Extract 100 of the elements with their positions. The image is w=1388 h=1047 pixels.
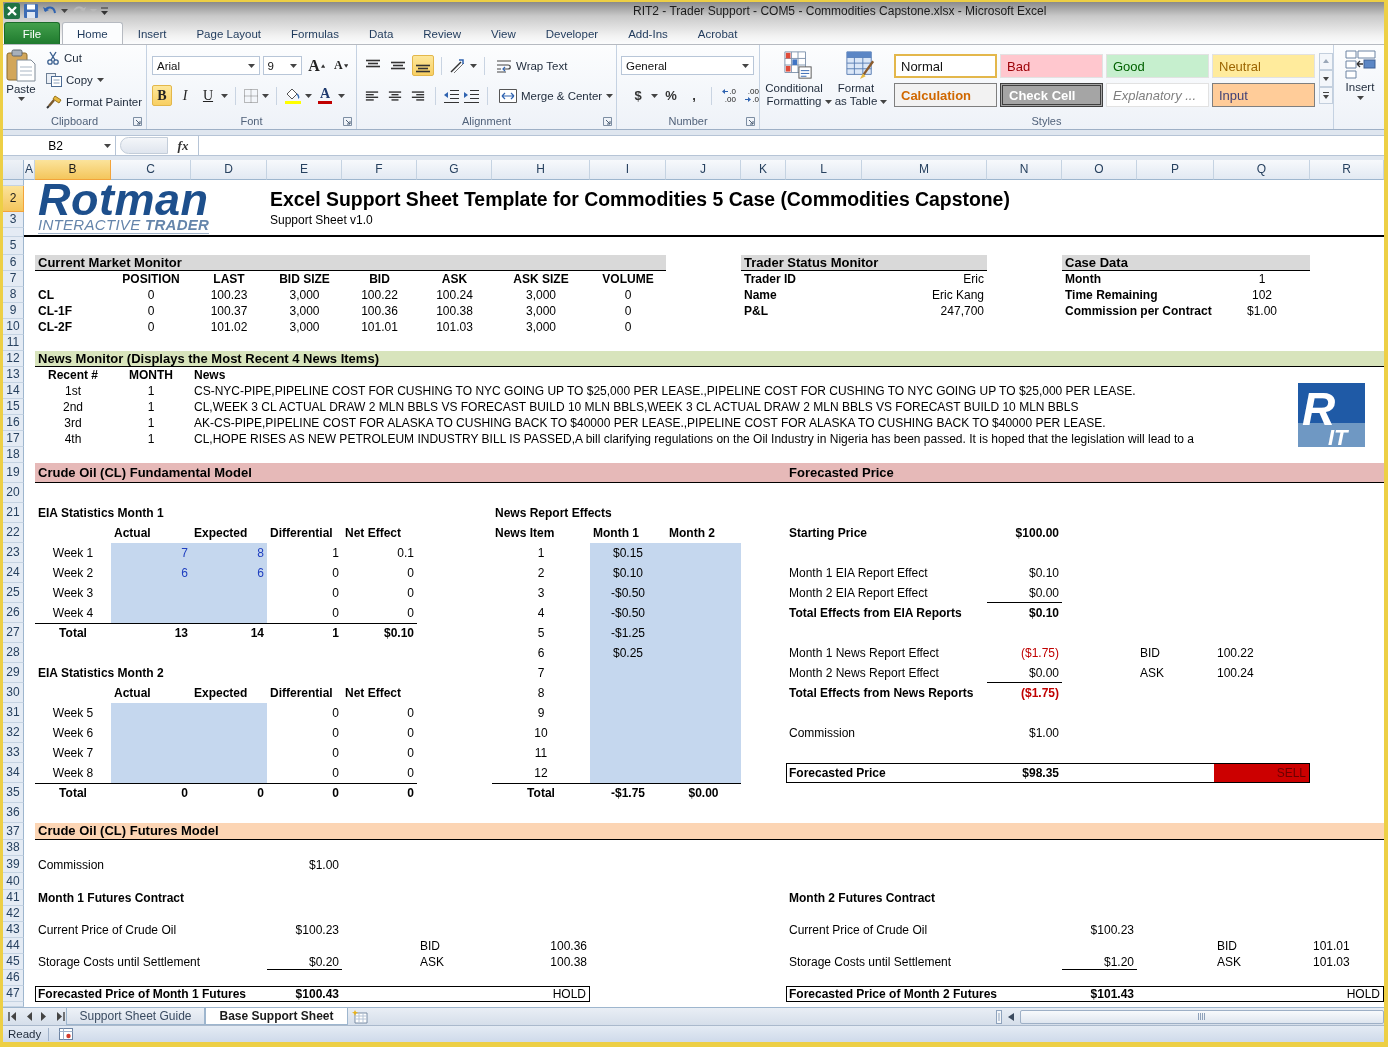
column-header[interactable]: K — [741, 160, 786, 180]
ribbon-tab[interactable]: Page Layout — [181, 22, 277, 44]
ribbon-tab[interactable]: Formulas — [276, 22, 354, 44]
italic-button[interactable]: I — [175, 85, 195, 106]
row-header[interactable]: 6 — [3, 255, 24, 271]
dialog-launcher-icon[interactable] — [746, 116, 755, 126]
comma-format-button[interactable]: , — [684, 85, 704, 106]
column-header[interactable]: H — [492, 160, 590, 180]
row-header[interactable]: 46 — [3, 970, 24, 986]
row-header[interactable]: 15 — [3, 399, 24, 415]
row-header[interactable]: 16 — [3, 415, 24, 431]
row-header[interactable]: 11 — [3, 335, 24, 351]
scrollbar-thumb[interactable] — [1020, 1009, 1384, 1024]
row-header[interactable]: 25 — [3, 583, 24, 603]
cell-style-option[interactable]: Input — [1212, 83, 1315, 107]
cut-button[interactable]: Cut — [42, 48, 147, 68]
excel-icon[interactable] — [4, 3, 20, 19]
input-cell-range[interactable] — [111, 543, 267, 623]
last-sheet-icon[interactable] — [56, 1012, 65, 1021]
row-header[interactable]: 26 — [3, 603, 24, 623]
font-name-dropdown[interactable]: Arial — [152, 56, 260, 75]
column-header[interactable]: J — [666, 160, 741, 180]
row-header[interactable]: 8 — [3, 287, 24, 303]
row-header[interactable]: 7 — [3, 271, 24, 287]
ribbon-tab[interactable]: Add-Ins — [613, 22, 683, 44]
sheet-tab[interactable]: Support Sheet Guide — [66, 1008, 205, 1025]
row-header[interactable]: 34 — [3, 763, 24, 783]
ribbon-tab[interactable]: Home — [62, 22, 123, 44]
row-header[interactable]: 33 — [3, 743, 24, 763]
dialog-launcher-icon[interactable] — [343, 116, 352, 126]
row-header[interactable]: 17 — [3, 431, 24, 447]
ribbon-tab[interactable]: Acrobat — [682, 22, 753, 44]
number-format-dropdown[interactable]: General — [621, 56, 754, 75]
format-painter-button[interactable]: Format Painter — [42, 92, 147, 112]
save-icon[interactable] — [23, 3, 39, 19]
row-header[interactable]: 47 — [3, 986, 24, 1002]
column-header[interactable]: R — [1310, 160, 1384, 180]
cell-style-option[interactable]: Good — [1106, 54, 1209, 78]
insert-cells-button[interactable]: Insert — [1338, 47, 1382, 129]
row-header[interactable]: 13 — [3, 367, 24, 383]
first-sheet-icon[interactable] — [8, 1012, 17, 1021]
row-header[interactable]: 29 — [3, 663, 24, 683]
row-header[interactable]: 27 — [3, 623, 24, 643]
column-header[interactable]: Q — [1214, 160, 1310, 180]
column-header[interactable]: N — [987, 160, 1062, 180]
cell-style-option[interactable]: Neutral — [1212, 54, 1315, 78]
conditional-formatting-button[interactable]: Conditional Formatting — [764, 48, 832, 113]
dialog-launcher-icon[interactable] — [133, 116, 142, 126]
row-header[interactable]: 30 — [3, 683, 24, 703]
row-header[interactable]: 42 — [3, 906, 24, 922]
row-header[interactable]: 21 — [3, 503, 24, 523]
row-header[interactable]: 28 — [3, 643, 24, 663]
shrink-font-button[interactable]: A — [330, 55, 351, 76]
row-header[interactable]: 44 — [3, 938, 24, 954]
gallery-more-icon[interactable] — [1319, 87, 1333, 104]
row-header[interactable]: 20 — [3, 483, 24, 503]
column-header[interactable]: I — [590, 160, 666, 180]
column-header[interactable]: F — [342, 160, 417, 180]
insert-function-button[interactable]: fx — [168, 136, 198, 155]
row-header[interactable]: 22 — [3, 523, 24, 543]
column-header[interactable]: E — [267, 160, 342, 180]
column-header[interactable]: P — [1137, 160, 1214, 180]
row-header[interactable]: 24 — [3, 563, 24, 583]
dialog-launcher-icon[interactable] — [603, 116, 612, 126]
decrease-decimal-button[interactable]: .00 .0 — [742, 85, 762, 106]
column-header[interactable]: O — [1062, 160, 1137, 180]
merge-center-button[interactable]: Merge & Center — [495, 85, 618, 106]
column-header[interactable]: C — [111, 160, 191, 180]
name-box[interactable]: B2 — [3, 136, 116, 155]
row-header[interactable]: 14 — [3, 383, 24, 399]
cell-style-option[interactable]: Normal — [894, 54, 997, 78]
row-header[interactable]: 43 — [3, 922, 24, 938]
column-header[interactable]: D — [191, 160, 267, 180]
row-header[interactable]: 32 — [3, 723, 24, 743]
row-header[interactable]: 2 — [3, 186, 24, 212]
ribbon-tab[interactable]: Developer — [530, 22, 614, 44]
column-header[interactable]: B — [35, 160, 111, 180]
align-bottom-button[interactable] — [412, 55, 434, 76]
ribbon-tab[interactable]: Data — [354, 22, 409, 44]
column-header[interactable]: M — [862, 160, 987, 180]
format-as-table-button[interactable]: Format as Table — [832, 48, 888, 113]
row-header[interactable]: 40 — [3, 873, 24, 890]
row-header[interactable]: 10 — [3, 319, 24, 335]
row-header[interactable]: 5 — [3, 237, 24, 255]
font-size-dropdown[interactable]: 9 — [262, 56, 303, 75]
row-header[interactable]: 9 — [3, 303, 24, 319]
caret-icon[interactable] — [61, 9, 68, 13]
increase-indent-icon[interactable] — [463, 88, 480, 103]
underline-button[interactable]: U — [198, 85, 218, 106]
file-tab[interactable]: File — [4, 22, 60, 44]
scroll-down-icon[interactable] — [1319, 70, 1333, 87]
decrease-indent-icon[interactable] — [443, 88, 460, 103]
text-orientation-icon[interactable] — [449, 57, 467, 74]
font-color-button[interactable]: A — [315, 85, 336, 106]
row-header[interactable]: 12 — [3, 351, 24, 367]
row-header[interactable]: 45 — [3, 954, 24, 970]
row-header[interactable]: 38 — [3, 840, 24, 856]
increase-decimal-button[interactable]: .0 .00 — [719, 85, 739, 106]
column-header[interactable]: A — [24, 160, 35, 180]
row-header[interactable]: 36 — [3, 803, 24, 823]
